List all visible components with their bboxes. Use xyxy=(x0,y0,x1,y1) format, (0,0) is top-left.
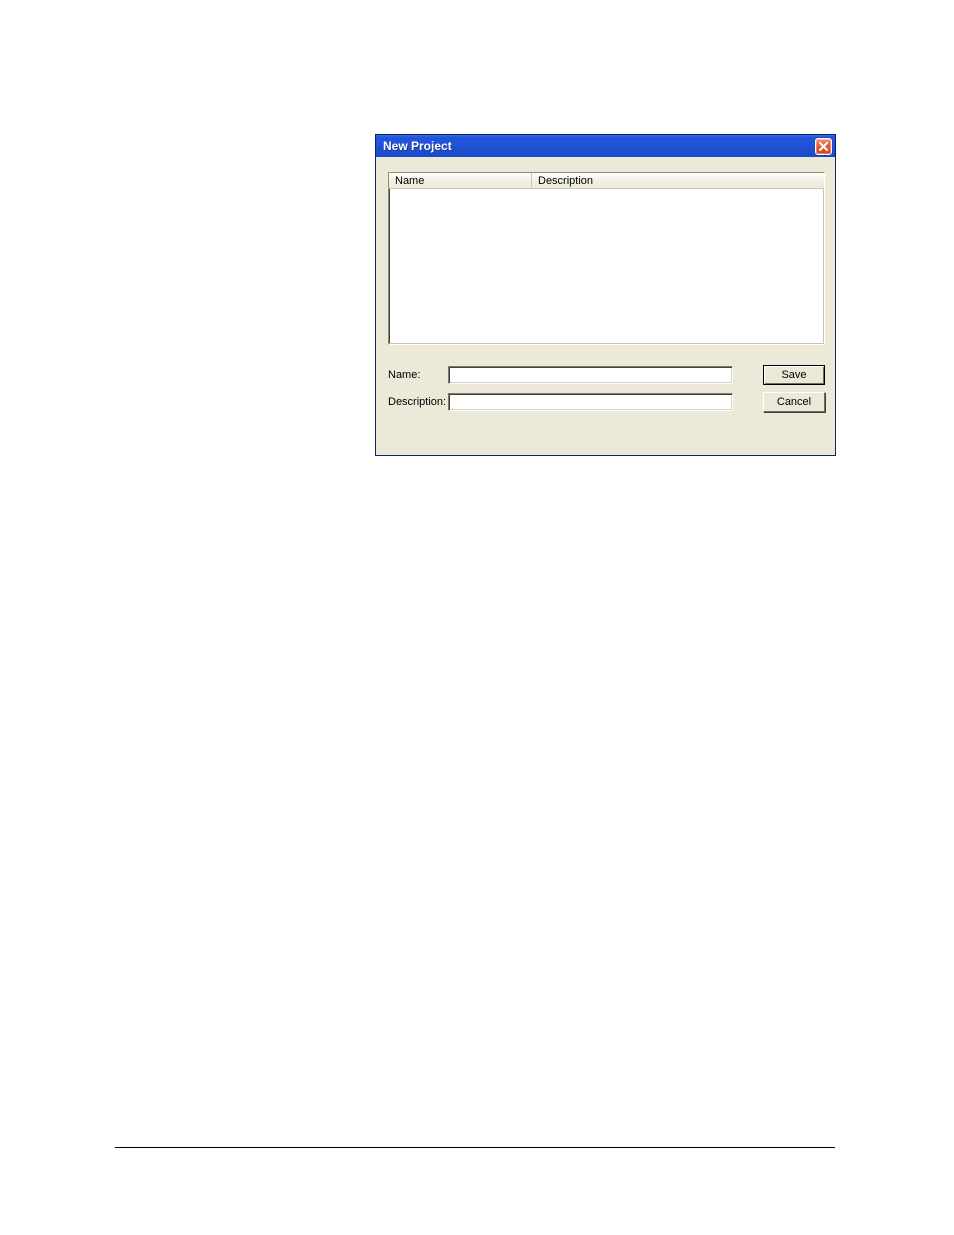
name-input[interactable] xyxy=(448,366,733,384)
dialog-title: New Project xyxy=(383,139,452,153)
close-icon xyxy=(819,142,828,151)
name-row: Name: xyxy=(388,366,733,384)
column-header-description[interactable]: Description xyxy=(532,173,824,189)
titlebar[interactable]: New Project xyxy=(376,135,835,157)
project-list[interactable]: Name Description xyxy=(388,172,825,345)
close-button[interactable] xyxy=(815,138,832,155)
description-input[interactable] xyxy=(448,393,733,411)
document-page: New Project Name Description Name: D xyxy=(0,0,954,1235)
list-header: Name Description xyxy=(389,173,824,189)
name-label: Name: xyxy=(388,369,448,381)
column-header-name[interactable]: Name xyxy=(389,173,532,189)
save-button[interactable]: Save xyxy=(763,365,825,385)
list-body[interactable] xyxy=(390,190,823,343)
dialog-client-area: Name Description Name: Description: Save… xyxy=(379,157,832,452)
new-project-dialog: New Project Name Description Name: D xyxy=(375,134,836,456)
cancel-button[interactable]: Cancel xyxy=(763,392,825,412)
description-label: Description: xyxy=(388,396,448,408)
page-footer-rule xyxy=(115,1147,835,1148)
description-row: Description: xyxy=(388,393,733,411)
